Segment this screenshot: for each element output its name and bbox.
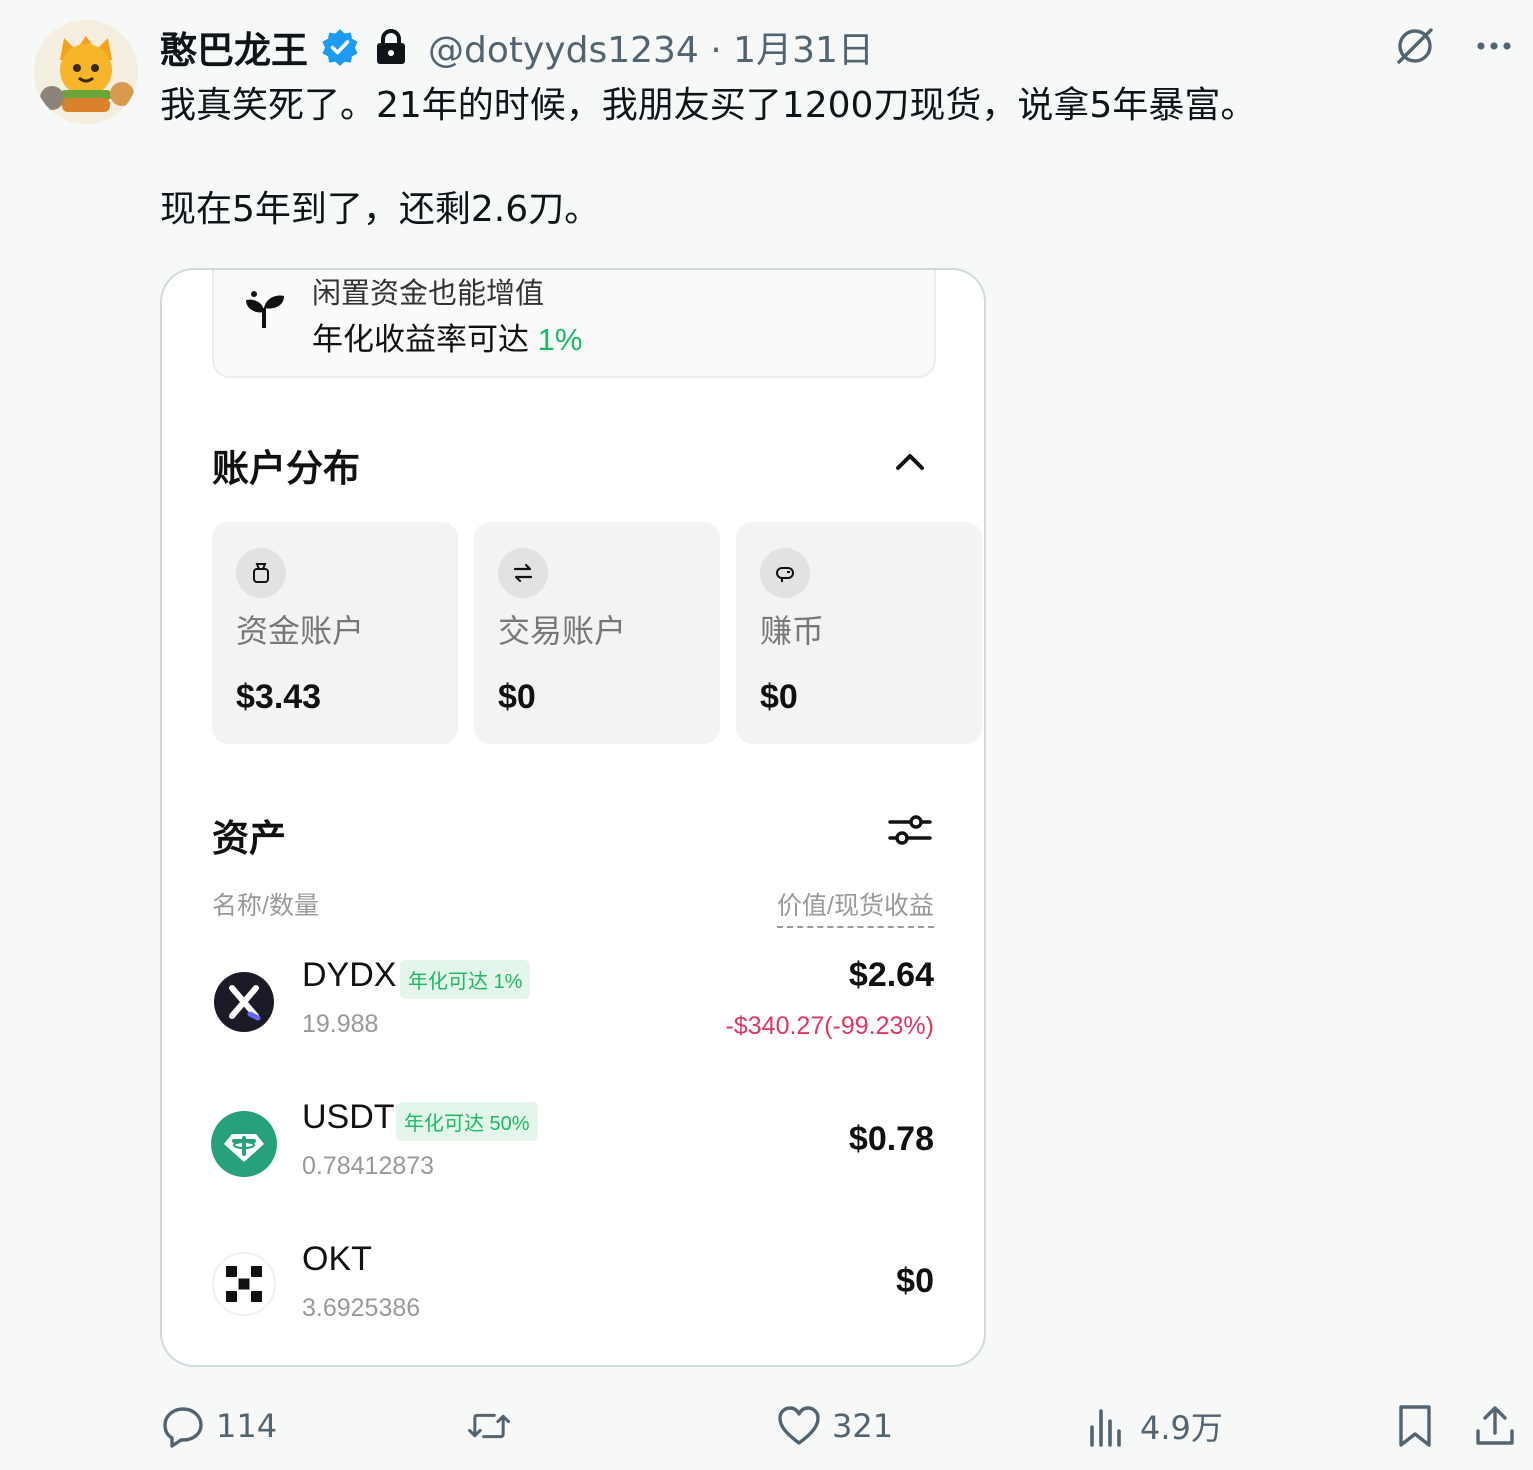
asset-pnl: -$340.27(-99.23%)	[725, 1012, 934, 1040]
heart-icon	[778, 1406, 820, 1445]
filter-sliders-icon[interactable]	[888, 810, 932, 850]
like-count: 321	[832, 1407, 894, 1445]
asset-row-usdt[interactable]: USDT 年化可达 50% 0.78412873 $0.78	[162, 1098, 984, 1228]
column-header-value[interactable]: 价值/现货收益	[777, 886, 934, 928]
protected-lock-icon	[377, 29, 405, 64]
tweet-text-line: 现在5年到了，还剩2.6刀。	[160, 189, 601, 230]
views-chart-icon	[1090, 1409, 1121, 1447]
account-card-label: 资金账户	[236, 613, 365, 649]
asset-symbol: DYDX	[302, 956, 397, 994]
dydx-logo-icon	[214, 972, 274, 1032]
verified-badge-icon[interactable]	[320, 27, 360, 67]
account-card-value: $0	[760, 678, 798, 716]
asset-row-dydx[interactable]: DYDX 年化可达 1% 19.988 $2.64 -$340.27(-99.2…	[162, 956, 984, 1086]
piggy-icon	[760, 548, 810, 598]
tweet-text: 我真笑死了。21年的时候，我朋友买了1200刀现货，说拿5年暴富。 现在5年到了…	[160, 80, 1256, 236]
sprout-icon	[246, 291, 284, 328]
account-card-earn[interactable]: 赚币 $0	[736, 522, 982, 744]
earn-rate: 1%	[537, 322, 583, 357]
like-button[interactable]: 321	[776, 1396, 893, 1456]
views-button[interactable]: 4.9万	[1084, 1396, 1223, 1456]
tweet-top-actions	[1391, 22, 1515, 70]
assets-section-title: 资产	[212, 818, 286, 859]
asset-symbol: USDT	[302, 1098, 395, 1136]
bookmark-icon	[1399, 1405, 1431, 1447]
account-card-trading[interactable]: 交易账户 $0	[474, 522, 720, 744]
usdt-logo-icon	[211, 1111, 277, 1177]
asset-quantity: 19.988	[302, 1010, 379, 1038]
okt-logo-icon	[212, 1252, 276, 1316]
asset-value: $0.78	[848, 1120, 934, 1158]
tweet-action-bar: 114 321 4.9万	[0, 1396, 1533, 1456]
apy-badge: 年化可达 50%	[396, 1102, 538, 1141]
share-button[interactable]	[1472, 1396, 1518, 1456]
account-card-value: $3.43	[236, 678, 322, 716]
accounts-section-title: 账户分布	[212, 448, 360, 489]
swap-arrows-icon	[498, 548, 548, 598]
account-card-value: $0	[498, 678, 536, 716]
share-icon	[1476, 1406, 1514, 1445]
reply-button[interactable]: 114	[160, 1396, 277, 1456]
asset-quantity: 3.6925386	[302, 1294, 421, 1322]
author-display-name[interactable]: 憨巴龙王	[160, 20, 308, 74]
retweet-icon	[468, 1413, 510, 1439]
earn-banner: 闲置资金也能增值 年化收益率可达 1%	[212, 270, 936, 378]
asset-quantity: 0.78412873	[302, 1152, 435, 1180]
tweet-media-image[interactable]: 闲置资金也能增值 年化收益率可达 1% 账户分布 资金账户 $3.43 交易账户…	[160, 268, 986, 1367]
grok-icon[interactable]	[1391, 22, 1439, 70]
separator-dot: ·	[710, 30, 734, 71]
tweet-text-line: 我真笑死了。21年的时候，我朋友买了1200刀现货，说拿5年暴富。	[160, 85, 1257, 126]
asset-row-okt[interactable]: OKT 3.6925386 $0	[162, 1240, 984, 1365]
views-count: 4.9万	[1140, 1409, 1223, 1447]
chevron-up-icon[interactable]	[892, 448, 928, 474]
asset-value: $0	[896, 1262, 934, 1300]
account-card-label: 交易账户	[498, 613, 627, 649]
column-header-name: 名称/数量	[212, 892, 319, 920]
earn-banner-title: 闲置资金也能增值	[312, 278, 545, 310]
reply-count: 114	[216, 1407, 278, 1445]
earn-banner-subtitle: 年化收益率可达 1%	[312, 314, 582, 359]
account-card-label: 赚币	[760, 613, 825, 649]
tweet-header: 憨巴龙王 @dotyyds1234 · 1月31日	[160, 20, 874, 74]
author-avatar[interactable]	[34, 20, 138, 124]
author-handle[interactable]: @dotyyds1234	[428, 30, 699, 71]
account-card-funding[interactable]: 资金账户 $3.43	[212, 522, 458, 744]
earn-banner-subtitle-text: 年化收益率可达	[312, 322, 529, 357]
money-bag-icon	[236, 548, 286, 598]
tweet-date[interactable]: 1月31日	[733, 30, 874, 71]
more-options-icon[interactable]	[1473, 25, 1515, 67]
bookmark-button[interactable]	[1392, 1396, 1438, 1456]
asset-symbol: OKT	[302, 1240, 372, 1278]
reply-icon	[163, 1407, 203, 1448]
retweet-button[interactable]	[466, 1396, 522, 1456]
apy-badge: 年化可达 1%	[400, 960, 531, 999]
asset-value: $2.64	[848, 956, 934, 994]
